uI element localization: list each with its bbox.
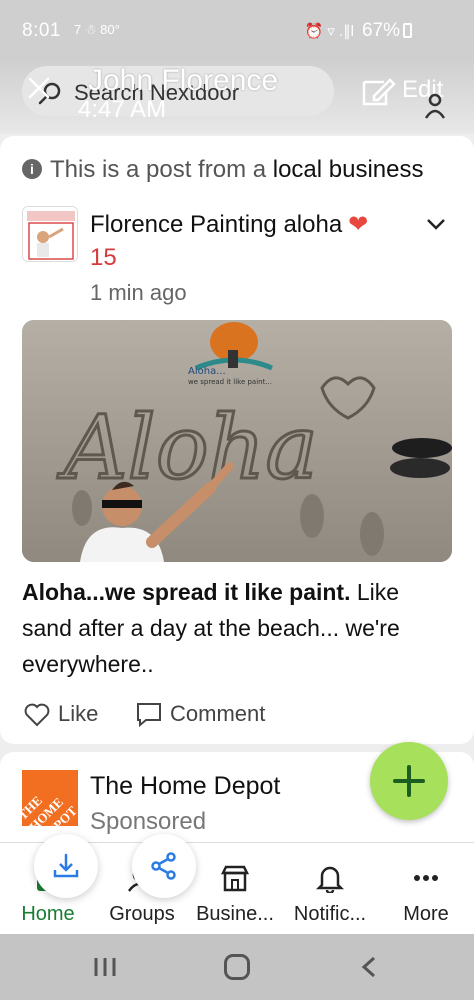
recent-apps-icon[interactable]	[92, 956, 118, 978]
nav-business[interactable]: Busine...	[188, 857, 282, 933]
storefront-icon	[220, 865, 250, 892]
nav-home-label[interactable]: Home	[10, 903, 86, 926]
status-bar: 8:01 7 ☃ 80° ⏰ ▿ .∥l 67%	[0, 0, 474, 60]
compose-button[interactable]	[370, 742, 448, 820]
battery-icon	[403, 23, 412, 38]
overlay-time: 4:47 AM	[78, 96, 167, 123]
status-notification-icons: 7 ☃ 80°	[74, 22, 120, 37]
nav-notifications-label[interactable]: Notific...	[284, 903, 376, 926]
plus-icon	[393, 765, 425, 797]
heart-outline-icon	[24, 703, 50, 727]
photo-logo-text: Aloha...	[188, 366, 226, 377]
status-time: 8:01	[22, 20, 61, 41]
post-caption[interactable]: Aloha...we spread it like paint. Like sa…	[22, 574, 452, 682]
info-icon: i	[22, 159, 42, 179]
sand-writing: Aloha	[57, 396, 318, 499]
edit-icon[interactable]	[360, 76, 400, 108]
battery-level: 67%	[361, 20, 400, 41]
system-nav-bar	[0, 934, 474, 1000]
nav-groups-label[interactable]: Groups	[100, 903, 184, 926]
person-icon[interactable]	[420, 90, 450, 120]
author-avatar[interactable]	[22, 206, 78, 262]
notice-bold-text: local business	[272, 156, 424, 183]
overlay-name: John Florence	[88, 64, 279, 97]
nav-business-label[interactable]: Busine...	[188, 903, 282, 926]
sponsored-label: Sponsored	[90, 808, 207, 835]
download-icon	[53, 853, 79, 878]
post-timestamp: 1 min ago	[90, 280, 187, 305]
download-button[interactable]	[34, 834, 98, 898]
photo-logo-sub: we spread it like paint...	[188, 378, 272, 386]
author-name-text[interactable]: Florence Painting aloha	[90, 211, 342, 238]
reaction-count: 15	[90, 244, 117, 271]
business-post-notice: i This is a post from a local business	[22, 156, 474, 184]
comment-label[interactable]: Comment	[170, 701, 265, 727]
more-icon	[414, 875, 438, 881]
status-signal-icons: ⏰ ▿ .∥l	[304, 23, 354, 40]
nav-more-label[interactable]: More	[392, 903, 460, 926]
heart-icon: ❤	[348, 211, 369, 238]
search-header: Search Nextdoor John Florence 4:47 AM Ed…	[0, 60, 474, 134]
post-card: i This is a post from a local business Fl…	[0, 136, 474, 744]
share-button[interactable]	[132, 834, 196, 898]
like-label[interactable]: Like	[58, 701, 98, 727]
home-button-icon[interactable]	[224, 954, 250, 980]
sponsored-title[interactable]: The Home Depot	[90, 772, 280, 801]
back-icon[interactable]	[360, 956, 378, 978]
chevron-down-icon[interactable]	[424, 212, 448, 236]
close-icon[interactable]	[27, 76, 51, 100]
bell-icon	[315, 866, 345, 893]
like-button[interactable]: Like	[22, 698, 98, 730]
author-name[interactable]: Florence Painting aloha ❤	[90, 210, 368, 239]
caption-lead: Aloha...we spread it like paint.	[22, 579, 351, 605]
comment-icon	[137, 703, 161, 728]
notice-text: This is a post from a	[50, 156, 273, 183]
nav-more[interactable]: More	[392, 857, 460, 933]
post-image[interactable]: Aloha... we spread it like paint... Aloh…	[22, 320, 452, 562]
home-depot-logo[interactable]: THE HOME DEPOT	[15, 770, 80, 845]
share-icon	[151, 852, 176, 880]
comment-button[interactable]: Comment	[134, 698, 265, 730]
nav-notifications[interactable]: Notific...	[284, 857, 376, 933]
